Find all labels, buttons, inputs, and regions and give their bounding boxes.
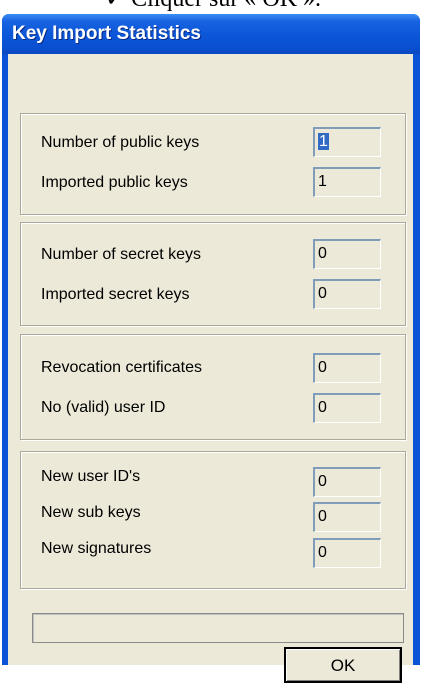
dialog-window: Key Import Statistics Number of public k… [2,14,420,683]
imported-secret-keys-field[interactable]: 0 [313,279,381,309]
new-items-group: New user ID's 0 New sub keys 0 New signa… [20,451,406,589]
page-caption: ✓ Cliquer sur « OK ». [0,0,426,14]
secret-keys-group: Number of secret keys 0 Imported secret … [20,222,406,326]
window-title: Key Import Statistics [12,23,201,44]
number-of-public-keys-field[interactable]: 1 [313,127,381,157]
title-bar[interactable]: Key Import Statistics [2,14,420,54]
ok-button[interactable]: OK [284,647,402,683]
dialog-body: Number of public keys 1 Imported public … [8,54,413,683]
imported-public-keys-field[interactable]: 1 [313,167,381,197]
revocation-certificates-field[interactable]: 0 [313,353,381,383]
revocation-group: Revocation certificates 0 No (valid) use… [20,334,406,440]
no-valid-user-id-field[interactable]: 0 [313,393,381,423]
number-of-public-keys-label: Number of public keys [41,134,200,151]
number-of-secret-keys-label: Number of secret keys [41,246,202,263]
new-signatures-label: New signatures [41,540,152,557]
new-sub-keys-label: New sub keys [41,504,141,521]
number-of-secret-keys-field[interactable]: 0 [313,239,381,269]
progress-bar [32,613,404,643]
revocation-certificates-label: Revocation certificates [41,359,202,376]
new-sub-keys-field[interactable]: 0 [313,502,381,532]
new-user-ids-label: New user ID's [41,468,141,485]
number-of-public-keys-value: 1 [318,133,329,150]
imported-secret-keys-label: Imported secret keys [41,286,190,303]
new-signatures-field[interactable]: 0 [313,538,381,568]
no-valid-user-id-label: No (valid) user ID [41,399,166,416]
public-keys-group: Number of public keys 1 Imported public … [20,113,406,215]
imported-public-keys-label: Imported public keys [41,174,188,191]
new-user-ids-field[interactable]: 0 [313,467,381,497]
